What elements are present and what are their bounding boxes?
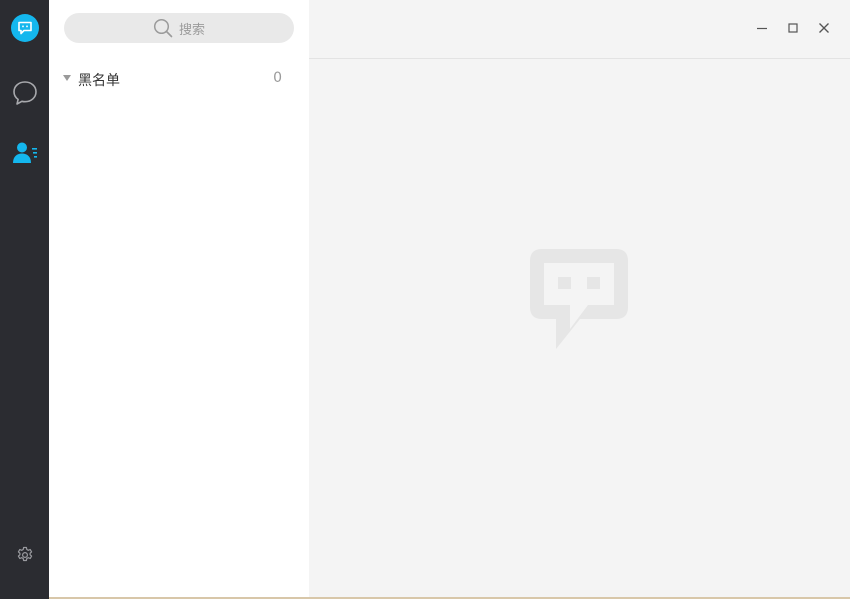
contact-group-blacklist[interactable]: 黑名单 0	[49, 64, 309, 94]
left-nav-bar	[0, 0, 49, 599]
empty-state-logo-icon	[530, 249, 628, 355]
close-button[interactable]	[814, 18, 834, 38]
title-bar	[309, 0, 850, 59]
search-input[interactable]: 搜索	[64, 13, 294, 43]
nav-app-logo[interactable]	[0, 8, 49, 48]
maximize-button[interactable]	[783, 18, 803, 38]
nav-chat[interactable]	[0, 75, 49, 115]
search-placeholder: 搜索	[178, 22, 205, 38]
contacts-icon	[11, 139, 39, 171]
main-content-area	[309, 0, 850, 599]
chat-bubble-icon	[11, 79, 39, 111]
contact-group-count: 0	[273, 70, 282, 86]
app-logo-icon	[10, 14, 39, 42]
minimize-button[interactable]	[752, 18, 772, 38]
nav-contacts[interactable]	[0, 135, 49, 175]
contacts-panel: 搜索 黑名单 0	[49, 0, 309, 599]
gear-icon	[16, 546, 34, 568]
app-window: 搜索 黑名单 0	[0, 0, 850, 599]
search-icon	[153, 18, 173, 38]
maximize-icon	[787, 19, 799, 38]
expand-caret-icon[interactable]	[63, 75, 71, 81]
minimize-icon	[756, 19, 768, 38]
contact-group-name: 黑名单	[78, 73, 120, 89]
close-icon	[818, 19, 830, 38]
nav-settings[interactable]	[0, 537, 49, 577]
